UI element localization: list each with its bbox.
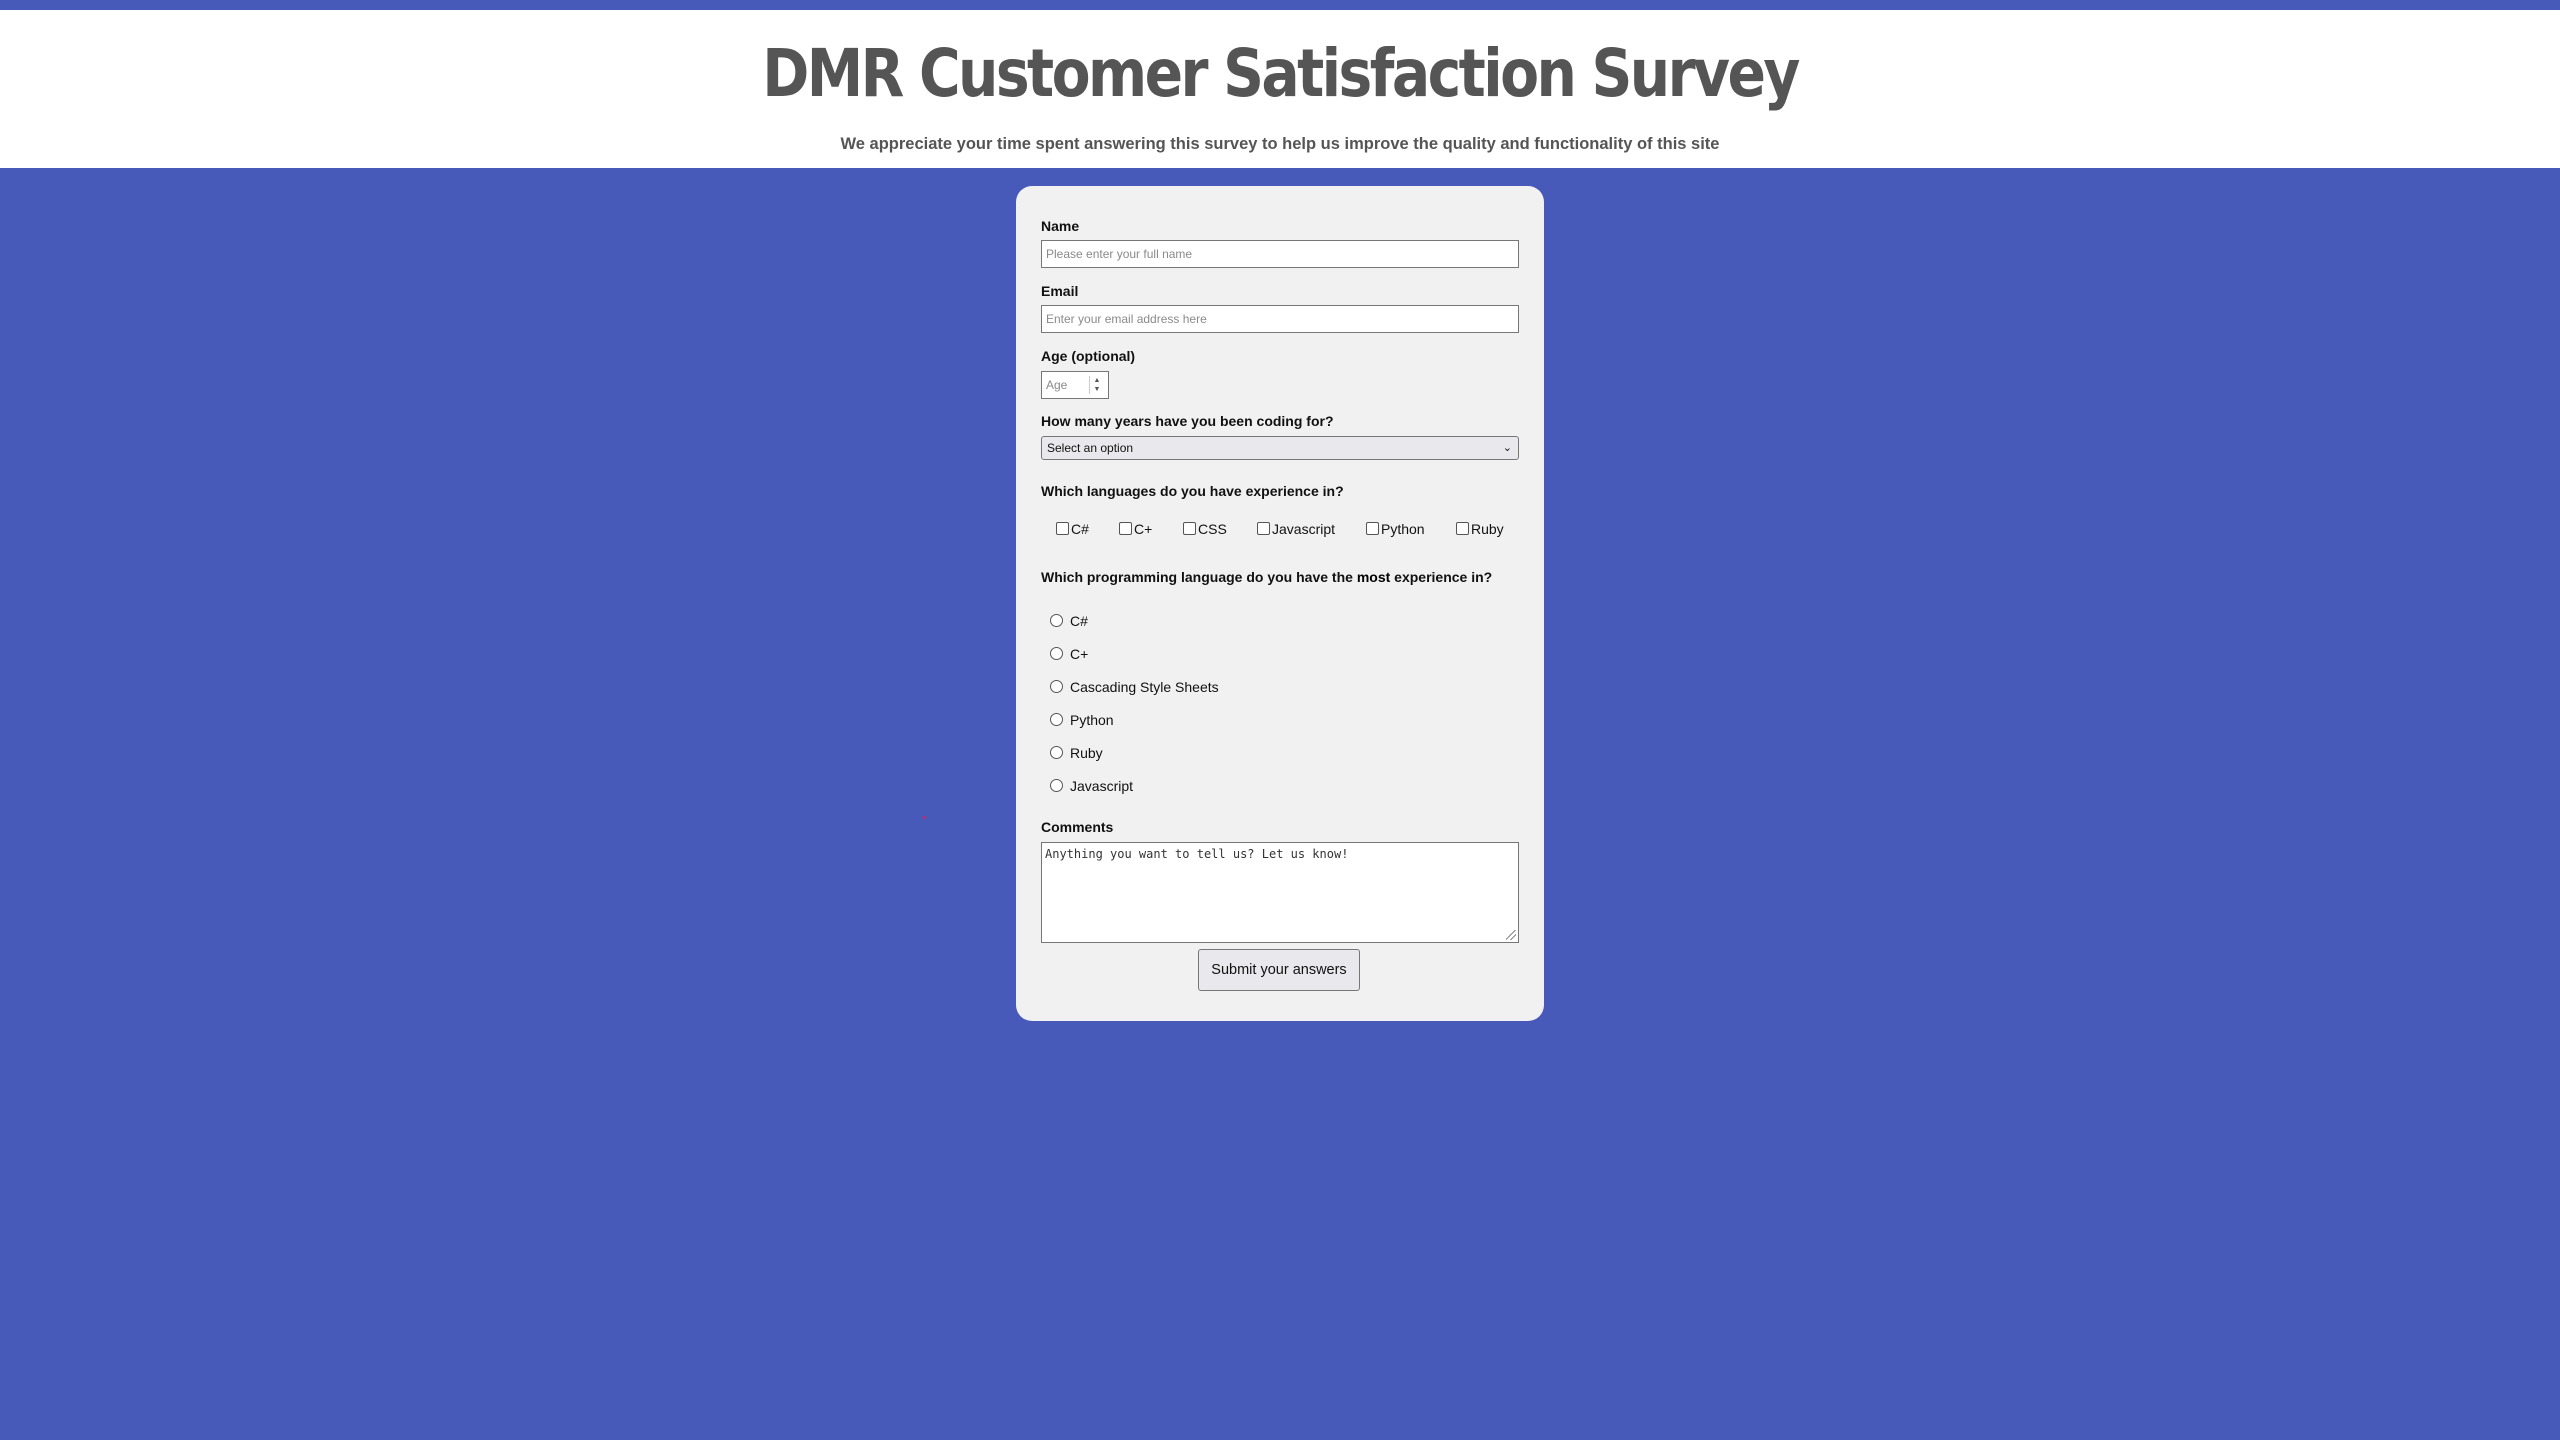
most-option-cplus[interactable]: C+ <box>1050 645 1088 663</box>
most-option-javascript[interactable]: Javascript <box>1050 777 1133 795</box>
radio-option-label: C# <box>1070 613 1088 629</box>
page-title: DMR Customer Satisfaction Survey <box>762 35 1800 112</box>
language-option-csharp[interactable]: C# <box>1056 520 1089 538</box>
radio-cplus[interactable] <box>1050 647 1063 660</box>
language-checkbox-ruby[interactable] <box>1456 522 1469 535</box>
language-checkbox-python[interactable] <box>1366 522 1379 535</box>
page-header: DMR Customer Satisfaction Survey We appr… <box>0 10 2560 168</box>
top-accent-strip <box>0 0 2560 10</box>
language-option-label: Ruby <box>1471 521 1504 537</box>
age-label: Age (optional) <box>1041 348 1136 364</box>
page-subtitle: We appreciate your time spent answering … <box>840 135 1720 153</box>
most-option-css[interactable]: Cascading Style Sheets <box>1050 678 1219 696</box>
language-option-javascript[interactable]: Javascript <box>1257 520 1335 538</box>
most-experience-label: Which programming language do you have t… <box>1041 569 1492 586</box>
email-input[interactable]: Enter your email address here <box>1041 305 1519 333</box>
comments-textarea[interactable]: Anything you want to tell us? Let us kno… <box>1041 842 1519 943</box>
radio-css[interactable] <box>1050 680 1063 693</box>
years-select-value: Select an option <box>1047 441 1134 455</box>
language-option-ruby[interactable]: Ruby <box>1456 520 1504 538</box>
language-option-python[interactable]: Python <box>1366 520 1425 538</box>
language-checkbox-csharp[interactable] <box>1056 522 1069 535</box>
radio-ruby[interactable] <box>1050 746 1063 759</box>
radio-option-label: Python <box>1070 712 1114 728</box>
radio-javascript[interactable] <box>1050 779 1063 792</box>
most-option-csharp[interactable]: C# <box>1050 612 1088 630</box>
language-option-label: C# <box>1071 521 1089 537</box>
cursor-dot <box>923 816 926 819</box>
email-label: Email <box>1041 283 1079 299</box>
language-option-label: CSS <box>1198 521 1227 537</box>
language-option-cplus[interactable]: C+ <box>1119 520 1152 538</box>
chevron-down-icon: ⌄ <box>1502 442 1512 454</box>
submit-button[interactable]: Submit your answers <box>1198 949 1360 991</box>
language-option-label: C+ <box>1134 521 1153 537</box>
language-checkbox-css[interactable] <box>1183 522 1196 535</box>
most-option-python[interactable]: Python <box>1050 711 1114 729</box>
radio-option-label: Javascript <box>1070 778 1134 794</box>
years-select[interactable]: Select an option ⌄ <box>1041 436 1519 460</box>
language-checkbox-cplus[interactable] <box>1119 522 1132 535</box>
name-label: Name <box>1041 218 1080 234</box>
name-input[interactable]: Please enter your full name <box>1041 240 1519 268</box>
resize-grip-icon[interactable] <box>1506 930 1516 940</box>
language-option-label: Javascript <box>1272 521 1336 537</box>
language-option-css[interactable]: CSS <box>1183 520 1227 538</box>
most-label-emphasis: most <box>1356 569 1391 585</box>
age-placeholder: Age <box>1046 378 1068 392</box>
radio-python[interactable] <box>1050 713 1063 726</box>
radio-option-label: C+ <box>1070 646 1089 662</box>
years-label: How many years have you been coding for? <box>1041 413 1334 429</box>
radio-csharp[interactable] <box>1050 614 1063 627</box>
most-option-ruby[interactable]: Ruby <box>1050 744 1103 762</box>
languages-label: Which languages do you have experience i… <box>1041 483 1344 499</box>
language-option-label: Python <box>1381 521 1425 537</box>
most-label-prefix: Which programming language do you have t… <box>1041 569 1357 585</box>
radio-option-label: Cascading Style Sheets <box>1070 679 1219 695</box>
age-spinner[interactable]: ▲ ▼ <box>1089 376 1104 394</box>
age-input[interactable]: Age ▲ ▼ <box>1041 371 1109 399</box>
survey-form-card: Name Please enter your full name Email E… <box>1016 186 1544 1021</box>
language-checkbox-javascript[interactable] <box>1257 522 1270 535</box>
comments-placeholder: Anything you want to tell us? Let us kno… <box>1045 847 1349 861</box>
radio-option-label: Ruby <box>1070 745 1103 761</box>
comments-label: Comments <box>1041 819 1114 835</box>
most-label-suffix: experience in? <box>1390 569 1493 585</box>
